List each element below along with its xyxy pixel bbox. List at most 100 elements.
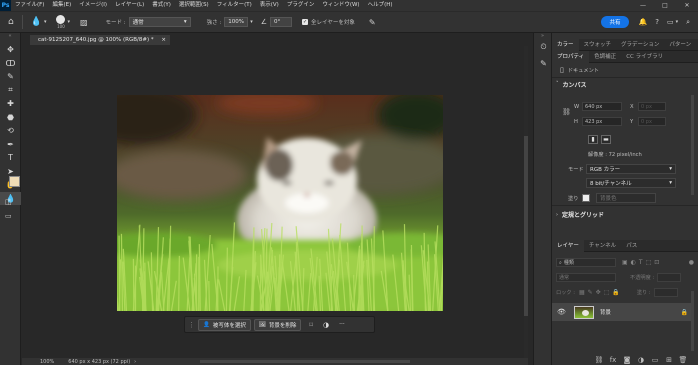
- sample-all-checkbox[interactable]: ✓: [302, 19, 309, 25]
- link-layers-icon[interactable]: ⛓: [592, 355, 606, 364]
- tab-patterns[interactable]: パターン: [664, 39, 696, 51]
- tab-swatches[interactable]: スウォッチ: [579, 39, 617, 51]
- stamp-tool-icon[interactable]: ⬣: [0, 111, 21, 125]
- blend-mode-select[interactable]: 通常: [556, 273, 616, 282]
- x-input[interactable]: 0 px: [638, 102, 666, 111]
- foreground-color[interactable]: [9, 176, 20, 187]
- pen-tool-icon[interactable]: ✒: [0, 138, 21, 152]
- remove-background-button[interactable]: 🖼 背景を削除: [253, 318, 302, 331]
- chevron-down-icon[interactable]: ▾: [44, 19, 47, 25]
- chevron-down-icon[interactable]: ▾: [250, 19, 253, 25]
- angle-input[interactable]: 0°: [270, 17, 293, 27]
- opacity-input[interactable]: [657, 273, 682, 282]
- trash-icon[interactable]: 🗑: [676, 355, 690, 364]
- tab-layers[interactable]: レイヤー: [552, 239, 584, 252]
- menu-item[interactable]: イメージ(I): [75, 0, 111, 11]
- new-layer-icon[interactable]: ⊞: [662, 355, 676, 364]
- quick-select-tool-icon[interactable]: ✎: [0, 70, 21, 84]
- eye-icon[interactable]: 👁: [557, 308, 566, 316]
- tab-gradients[interactable]: グラデーション: [616, 39, 664, 51]
- search-icon[interactable]: ⌕: [686, 18, 690, 27]
- layers-scrollbar[interactable]: [691, 291, 694, 351]
- group-icon[interactable]: ▭: [648, 355, 662, 364]
- workspace-icon[interactable]: ▭: [667, 18, 674, 26]
- menu-item[interactable]: 選択範囲(S): [175, 0, 213, 11]
- lock-icons[interactable]: ▦✎✥⬚🔒: [579, 289, 623, 296]
- fx-icon[interactable]: fx: [606, 355, 620, 364]
- tab-paths[interactable]: パス: [621, 240, 642, 252]
- canvas-image[interactable]: [117, 95, 443, 311]
- tab-adjustments[interactable]: 色調補正: [589, 51, 621, 63]
- chevron-down-icon[interactable]: ▾: [67, 19, 70, 25]
- crop-tool-icon[interactable]: ⌗: [0, 84, 21, 98]
- tab-channels[interactable]: チャンネル: [584, 240, 621, 252]
- mode-select[interactable]: 通常 ▾: [128, 17, 191, 27]
- layer-row[interactable]: 👁 背景 🔒: [552, 303, 694, 321]
- scrollbar-thumb[interactable]: [524, 136, 528, 316]
- horizontal-scrollbar[interactable]: [200, 360, 410, 363]
- menu-item[interactable]: ヘルプ(H): [364, 0, 397, 11]
- portrait-icon[interactable]: ▮: [588, 135, 598, 144]
- menu-item[interactable]: レイヤー(L): [111, 0, 148, 11]
- layer-fill-input[interactable]: [653, 288, 678, 297]
- canvas-section-header[interactable]: ˅ カンバス: [552, 78, 698, 90]
- type-tool-icon[interactable]: T: [0, 151, 21, 165]
- fill-swatch[interactable]: [582, 194, 590, 202]
- chevron-right-icon[interactable]: ›: [134, 359, 136, 365]
- minimize-button[interactable]: —: [632, 0, 654, 11]
- brush-settings-icon[interactable]: ▨: [80, 18, 88, 27]
- chevron-down-icon[interactable]: ▾: [676, 19, 679, 25]
- maximize-button[interactable]: □: [654, 0, 676, 11]
- lasso-tool-icon[interactable]: ↀ: [0, 57, 21, 71]
- home-icon[interactable]: ⌂: [8, 17, 14, 27]
- history-brush-icon[interactable]: ⟲: [0, 124, 21, 138]
- tab-color[interactable]: カラー: [552, 38, 579, 51]
- layer-name[interactable]: 背景: [600, 308, 611, 316]
- tab-cc-libraries[interactable]: CC ライブラリ: [621, 51, 668, 63]
- height-input[interactable]: 423 px: [582, 117, 622, 126]
- document-tab[interactable]: cat-9125207_640.jpg @ 100% (RGB/8#) * ×: [30, 35, 170, 45]
- layer-kind-filter[interactable]: ⌕ 種類: [556, 258, 616, 267]
- vertical-scrollbar[interactable]: [524, 46, 528, 358]
- color-mode-select[interactable]: RGB カラー ▾: [586, 164, 676, 174]
- menu-item[interactable]: プラグイン: [283, 0, 319, 11]
- transform-icon[interactable]: ⌑: [309, 321, 313, 329]
- screen-mode-icon[interactable]: ▭: [5, 212, 12, 220]
- menu-item[interactable]: ウィンドウ(W): [318, 0, 363, 11]
- properties-scrollbar[interactable]: [691, 95, 694, 195]
- menu-item[interactable]: ファイル(F): [11, 0, 48, 11]
- filter-toggle-icon[interactable]: ●: [689, 259, 694, 266]
- healing-brush-icon[interactable]: ✚: [0, 97, 21, 111]
- adjustment-layer-icon[interactable]: ◑: [634, 355, 648, 364]
- blur-tool-icon[interactable]: 💧: [31, 17, 42, 27]
- zoom-level[interactable]: 100%: [40, 359, 54, 365]
- move-tool-icon[interactable]: ✥: [0, 43, 21, 57]
- width-input[interactable]: 640 px: [582, 102, 622, 111]
- adjustment-icon[interactable]: ◑: [323, 321, 329, 329]
- menu-item[interactable]: フィルター(T): [213, 0, 256, 11]
- pressure-icon[interactable]: ✎: [369, 18, 376, 27]
- help-icon[interactable]: ?: [655, 18, 659, 26]
- y-input[interactable]: 0 px: [638, 117, 666, 126]
- bell-icon[interactable]: 🔔: [639, 18, 648, 26]
- close-button[interactable]: ✕: [676, 0, 698, 11]
- toolbar-collapse-icon[interactable]: «: [0, 33, 20, 43]
- quick-mask-icon[interactable]: ◫: [5, 198, 12, 206]
- tab-properties[interactable]: プロパティ: [552, 50, 590, 63]
- strength-input[interactable]: 100%: [224, 17, 249, 27]
- menu-item[interactable]: 表示(V): [256, 0, 283, 11]
- link-icon[interactable]: ⛓: [562, 108, 571, 116]
- history-icon[interactable]: ⏲: [534, 39, 553, 55]
- layer-filter-icons[interactable]: ▣◐T⬚⊡: [622, 259, 662, 266]
- brush-settings-icon[interactable]: ✎: [534, 55, 553, 71]
- mask-icon[interactable]: ◙: [620, 355, 634, 364]
- drag-handle-icon[interactable]: ⋮: [188, 321, 195, 329]
- bit-depth-select[interactable]: 8 bit/チャンネル ▾: [586, 178, 676, 188]
- fill-select[interactable]: 背景色: [596, 193, 656, 203]
- share-button[interactable]: 共有: [601, 16, 629, 28]
- landscape-icon[interactable]: ▬: [601, 135, 611, 144]
- close-tab-icon[interactable]: ×: [161, 37, 166, 43]
- brush-preset-picker[interactable]: 100: [56, 15, 66, 29]
- more-options-icon[interactable]: ···: [339, 321, 345, 328]
- guides-section-header[interactable]: › 定規とグリッド: [556, 210, 604, 220]
